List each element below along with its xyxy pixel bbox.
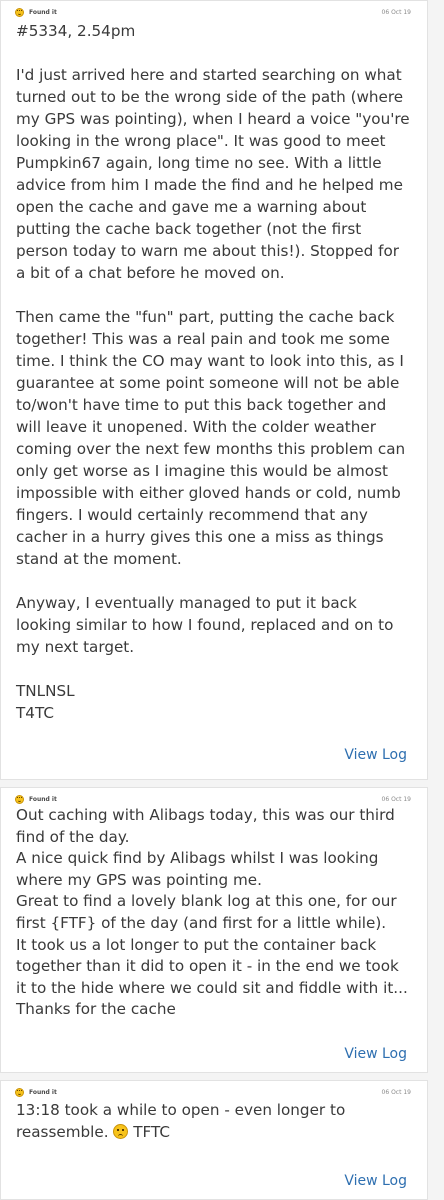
found-it-smiley-icon — [15, 1087, 24, 1097]
view-log-link[interactable]: View Log — [344, 1173, 407, 1189]
log-text-after-emoji: TFTC — [133, 1123, 170, 1141]
log-paragraph: Anyway, I eventually managed to put it b… — [16, 594, 394, 656]
log-type: Found it — [29, 1088, 57, 1096]
log-paragraph: Then came the "fun" part, putting the ca… — [16, 308, 406, 568]
log-type: Found it — [29, 8, 57, 16]
log-type: Found it — [29, 795, 57, 803]
log-header: Found it 06 Oct 19 — [15, 5, 411, 19]
found-it-smiley-icon — [15, 7, 24, 17]
log-text: #5334, 2.54pm I'd just arrived here and … — [16, 20, 413, 724]
log-header: Found it 06 Oct 19 — [15, 1085, 411, 1099]
log-paragraph: TNLNSL T4TC — [16, 682, 75, 722]
log-text: Out caching with Alibags today, this was… — [16, 805, 413, 1021]
log-text-before-emoji: 13:18 took a while to open - even longer… — [16, 1101, 346, 1141]
log-entry: Found it 06 Oct 19 Out caching with Alib… — [0, 787, 428, 1073]
log-date: 06 Oct 19 — [381, 8, 411, 16]
found-it-smiley-icon — [15, 794, 24, 804]
log-entry: Found it 06 Oct 19 13:18 took a while to… — [0, 1080, 428, 1200]
confused-face-icon — [113, 1124, 129, 1139]
log-date: 06 Oct 19 — [381, 795, 411, 803]
log-text: 13:18 took a while to open - even longer… — [16, 1099, 413, 1143]
view-log-link[interactable]: View Log — [344, 1046, 407, 1062]
log-entry: Found it 06 Oct 19 #5334, 2.54pm I'd jus… — [0, 0, 428, 780]
log-paragraph: Out caching with Alibags today, this was… — [16, 806, 408, 1019]
view-log-link[interactable]: View Log — [344, 747, 407, 763]
log-paragraph: 13:18 took a while to open - even longer… — [16, 1099, 413, 1143]
log-date: 06 Oct 19 — [381, 1088, 411, 1096]
log-paragraph: I'd just arrived here and started search… — [16, 66, 410, 282]
log-paragraph: #5334, 2.54pm — [16, 22, 136, 40]
log-header: Found it 06 Oct 19 — [15, 792, 411, 806]
